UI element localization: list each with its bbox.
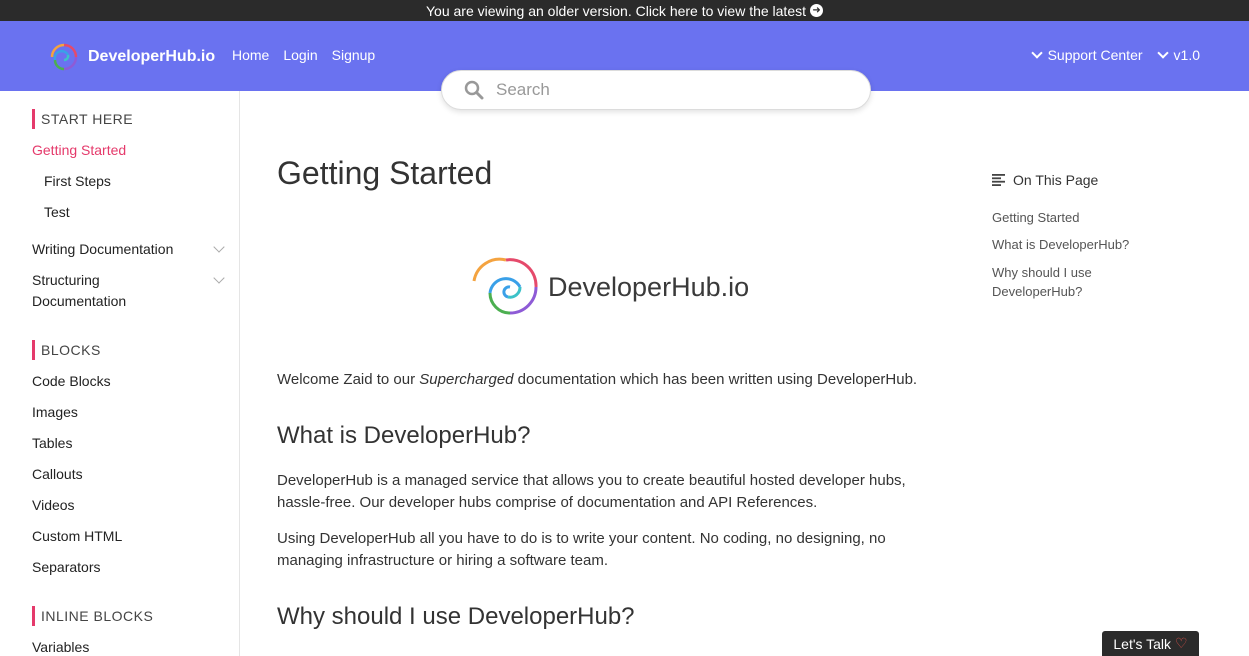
chevron-down-icon[interactable] <box>213 241 225 253</box>
toc-link-getting-started[interactable]: Getting Started <box>992 208 1152 227</box>
nav-login-link[interactable]: Login <box>283 47 317 63</box>
sidebar-item-writing-documentation[interactable]: Writing Documentation <box>32 239 173 260</box>
arrow-circle-right-icon: ➜ <box>810 4 824 17</box>
sidebar-item-callouts[interactable]: Callouts <box>32 464 83 485</box>
support-center-dropdown[interactable]: Support Center <box>1030 47 1143 63</box>
brand-logo-link[interactable]: DeveloperHub.io <box>46 39 215 75</box>
older-version-text: You are viewing an older version. Click … <box>425 2 807 19</box>
sidebar-item-structuring-documentation[interactable]: Structuring Documentation <box>32 270 126 312</box>
search-icon <box>464 80 484 100</box>
heart-icon: ♡ <box>1175 635 1188 651</box>
toc-link-why-use-developerhub[interactable]: Why should I use DeveloperHub? <box>992 263 1152 301</box>
sidebar-item-videos[interactable]: Videos <box>32 495 75 516</box>
brand-name: DeveloperHub.io <box>88 48 216 65</box>
sidebar-item-test[interactable]: Test <box>44 202 70 223</box>
heading-why-use-developerhub: Why should I use DeveloperHub? <box>277 603 635 630</box>
section-title-blocks: BLOCKS <box>32 340 101 360</box>
version-label: v1.0 <box>1173 47 1200 63</box>
welcome-paragraph: Welcome Zaid to our Supercharged documen… <box>277 369 937 391</box>
toc-header: On This Page <box>992 172 1192 188</box>
sidebar-item-code-blocks[interactable]: Code Blocks <box>32 371 111 392</box>
lets-talk-chat-button[interactable]: Let's Talk ♡ <box>1102 631 1199 656</box>
sidebar-item-first-steps[interactable]: First Steps <box>44 171 111 192</box>
chevron-down-icon <box>1156 47 1169 59</box>
align-left-icon <box>992 174 1005 186</box>
sidebar-item-variables[interactable]: Variables <box>32 637 89 656</box>
top-nav: Home Login Signup <box>232 47 375 63</box>
heading-what-is-developerhub: What is DeveloperHub? <box>277 422 531 449</box>
sidebar-item-getting-started[interactable]: Getting Started <box>32 140 126 161</box>
sidebar-item-label: Documentation <box>32 293 127 309</box>
sidebar-item-tables[interactable]: Tables <box>32 433 72 454</box>
version-dropdown[interactable]: v1.0 <box>1156 47 1200 63</box>
section-title-inline-blocks: INLINE BLOCKS <box>32 606 153 626</box>
lets-talk-label: Let's Talk <box>1113 635 1172 652</box>
header-right-menus: Support Center v1.0 <box>1030 47 1200 63</box>
content-logo-image: DeveloperHub.io <box>472 257 749 317</box>
content-logo-text: DeveloperHub.io <box>548 271 750 302</box>
sidebar-item-custom-html[interactable]: Custom HTML <box>32 526 122 547</box>
nav-signup-link[interactable]: Signup <box>332 47 376 63</box>
spiral-logo-icon <box>50 43 78 71</box>
spiral-logo-icon <box>472 257 538 315</box>
welcome-emphasis: Supercharged <box>419 371 514 388</box>
nav-home-link[interactable]: Home <box>232 47 269 63</box>
search-input[interactable] <box>496 80 856 100</box>
older-version-banner[interactable]: You are viewing an older version. Click … <box>0 0 1249 21</box>
toc-title: On This Page <box>1013 172 1099 188</box>
sidebar-item-separators[interactable]: Separators <box>32 557 100 578</box>
chevron-down-icon <box>1030 47 1043 59</box>
what-paragraph-2: Using DeveloperHub all you have to do is… <box>277 530 886 569</box>
section-title-start-here: START HERE <box>32 109 133 129</box>
sidebar-item-label: Structuring <box>32 272 100 288</box>
search-box[interactable] <box>441 70 871 110</box>
on-this-page-toc: On This Page Getting Started What is Dev… <box>992 172 1192 299</box>
sidebar-item-images[interactable]: Images <box>32 402 78 423</box>
page-title: Getting Started <box>277 155 493 191</box>
toc-link-what-is-developerhub[interactable]: What is DeveloperHub? <box>992 235 1152 254</box>
chevron-down-icon[interactable] <box>213 272 225 284</box>
support-center-label: Support Center <box>1047 47 1143 63</box>
welcome-text-end: documentation which has been written usi… <box>513 371 918 388</box>
sidebar: START HERE Getting Started First Steps T… <box>0 91 240 656</box>
what-paragraph-1: DeveloperHub is a managed service that a… <box>277 472 906 511</box>
welcome-text-start: Welcome Zaid to our <box>277 371 420 388</box>
